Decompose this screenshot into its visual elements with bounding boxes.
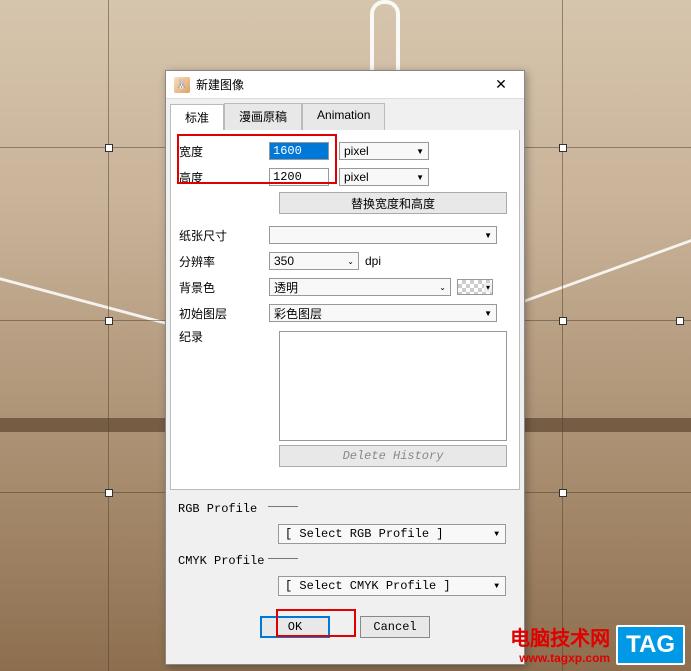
dialog-title: 新建图像: [196, 76, 486, 93]
tab-animation[interactable]: Animation: [302, 103, 385, 130]
dialog-buttons: OK Cancel: [166, 610, 524, 648]
chevron-down-icon: ▼: [484, 231, 492, 240]
init-layer-dropdown[interactable]: 彩色图层 ▼: [269, 304, 497, 322]
cmyk-profile-dropdown[interactable]: [ Select CMYK Profile ] ▼: [278, 576, 506, 596]
close-button[interactable]: ✕: [486, 75, 516, 95]
divider: [268, 506, 298, 507]
chevron-down-icon: ▼: [416, 147, 424, 156]
new-image-dialog: 🐰 新建图像 ✕ 标准 漫画原稿 Animation 宽度 pixel ▼ 高度…: [165, 70, 525, 665]
transform-handle[interactable]: [559, 317, 567, 325]
init-layer-label: 初始图层: [179, 305, 269, 322]
transform-handle[interactable]: [559, 489, 567, 497]
chevron-down-icon: ▼: [494, 582, 499, 591]
tab-standard[interactable]: 标准: [170, 104, 224, 131]
profiles-section: RGB Profile [ Select RGB Profile ] ▼ CMY…: [166, 490, 524, 610]
bgcolor-dropdown[interactable]: 透明 ⌄: [269, 278, 451, 296]
cmyk-profile-value: [ Select CMYK Profile ]: [285, 579, 451, 593]
tab-bar: 标准 漫画原稿 Animation: [166, 99, 524, 130]
cancel-button[interactable]: Cancel: [360, 616, 430, 638]
paper-size-label: 纸张尺寸: [179, 227, 269, 244]
bgcolor-row: 背景色 透明 ⌄ ▾: [179, 276, 511, 298]
width-unit-dropdown[interactable]: pixel ▼: [339, 142, 429, 160]
width-label: 宽度: [179, 143, 269, 160]
chevron-down-icon: ⌄: [347, 257, 354, 266]
transform-handle[interactable]: [676, 317, 684, 325]
chevron-down-icon: ▼: [416, 173, 424, 182]
delete-history-button: Delete History: [279, 445, 507, 467]
height-row: 高度 pixel ▼: [179, 166, 511, 188]
tab-panel-standard: 宽度 pixel ▼ 高度 pixel ▼ 替换宽度和高度 纸张尺寸 ▼: [170, 130, 520, 490]
grid-line: [562, 0, 563, 671]
watermark-tag: TAG: [616, 625, 685, 665]
transform-handle[interactable]: [105, 317, 113, 325]
height-unit-value: pixel: [344, 170, 369, 184]
bridge-tower-arch: [370, 0, 400, 80]
dpi-row: 分辨率 350 ⌄ dpi: [179, 250, 511, 272]
bridge-cable-right: [521, 239, 691, 421]
transform-handle[interactable]: [105, 144, 113, 152]
divider: [268, 558, 298, 559]
app-icon: 🐰: [174, 77, 190, 93]
paper-size-row: 纸张尺寸 ▼: [179, 224, 511, 246]
dpi-value: 350: [274, 254, 294, 268]
init-layer-value: 彩色图层: [274, 305, 322, 322]
width-unit-value: pixel: [344, 144, 369, 158]
history-list[interactable]: [279, 331, 507, 441]
chevron-down-icon: ▼: [494, 530, 499, 539]
watermark: 电脑技术网 www.tagxp.com TAG: [510, 622, 685, 665]
height-input[interactable]: [269, 168, 329, 186]
transform-handle[interactable]: [105, 489, 113, 497]
init-layer-row: 初始图层 彩色图层 ▼: [179, 302, 511, 324]
dpi-label: 分辨率: [179, 253, 269, 270]
ok-button[interactable]: OK: [260, 616, 330, 638]
rgb-profile-value: [ Select RGB Profile ]: [285, 527, 443, 541]
bgcolor-value: 透明: [274, 279, 298, 296]
watermark-title: 电脑技术网: [510, 622, 610, 651]
swap-width-height-button[interactable]: 替换宽度和高度: [279, 192, 507, 214]
width-input[interactable]: [269, 142, 329, 160]
rgb-profile-row: RGB Profile: [178, 502, 512, 516]
bgcolor-label: 背景色: [179, 279, 269, 296]
tab-manga[interactable]: 漫画原稿: [224, 103, 302, 130]
history-label: 纪录: [179, 328, 269, 345]
chevron-down-icon: ▾: [484, 283, 492, 292]
titlebar[interactable]: 🐰 新建图像 ✕: [166, 71, 524, 99]
transform-handle[interactable]: [559, 144, 567, 152]
rgb-profile-label: RGB Profile: [178, 502, 268, 516]
paper-size-dropdown[interactable]: ▼: [269, 226, 497, 244]
bgcolor-swatch[interactable]: ▾: [457, 279, 493, 295]
cmyk-profile-label: CMYK Profile: [178, 554, 268, 568]
chevron-down-icon: ⌄: [439, 283, 446, 292]
rgb-profile-dropdown[interactable]: [ Select RGB Profile ] ▼: [278, 524, 506, 544]
width-row: 宽度 pixel ▼: [179, 140, 511, 162]
grid-line: [108, 0, 109, 671]
cmyk-profile-row: CMYK Profile: [178, 554, 512, 568]
chevron-down-icon: ▼: [484, 309, 492, 318]
dpi-unit: dpi: [365, 254, 381, 268]
watermark-text: 电脑技术网 www.tagxp.com: [510, 622, 610, 665]
dpi-dropdown[interactable]: 350 ⌄: [269, 252, 359, 270]
watermark-url: www.tagxp.com: [510, 651, 610, 665]
height-label: 高度: [179, 169, 269, 186]
height-unit-dropdown[interactable]: pixel ▼: [339, 168, 429, 186]
